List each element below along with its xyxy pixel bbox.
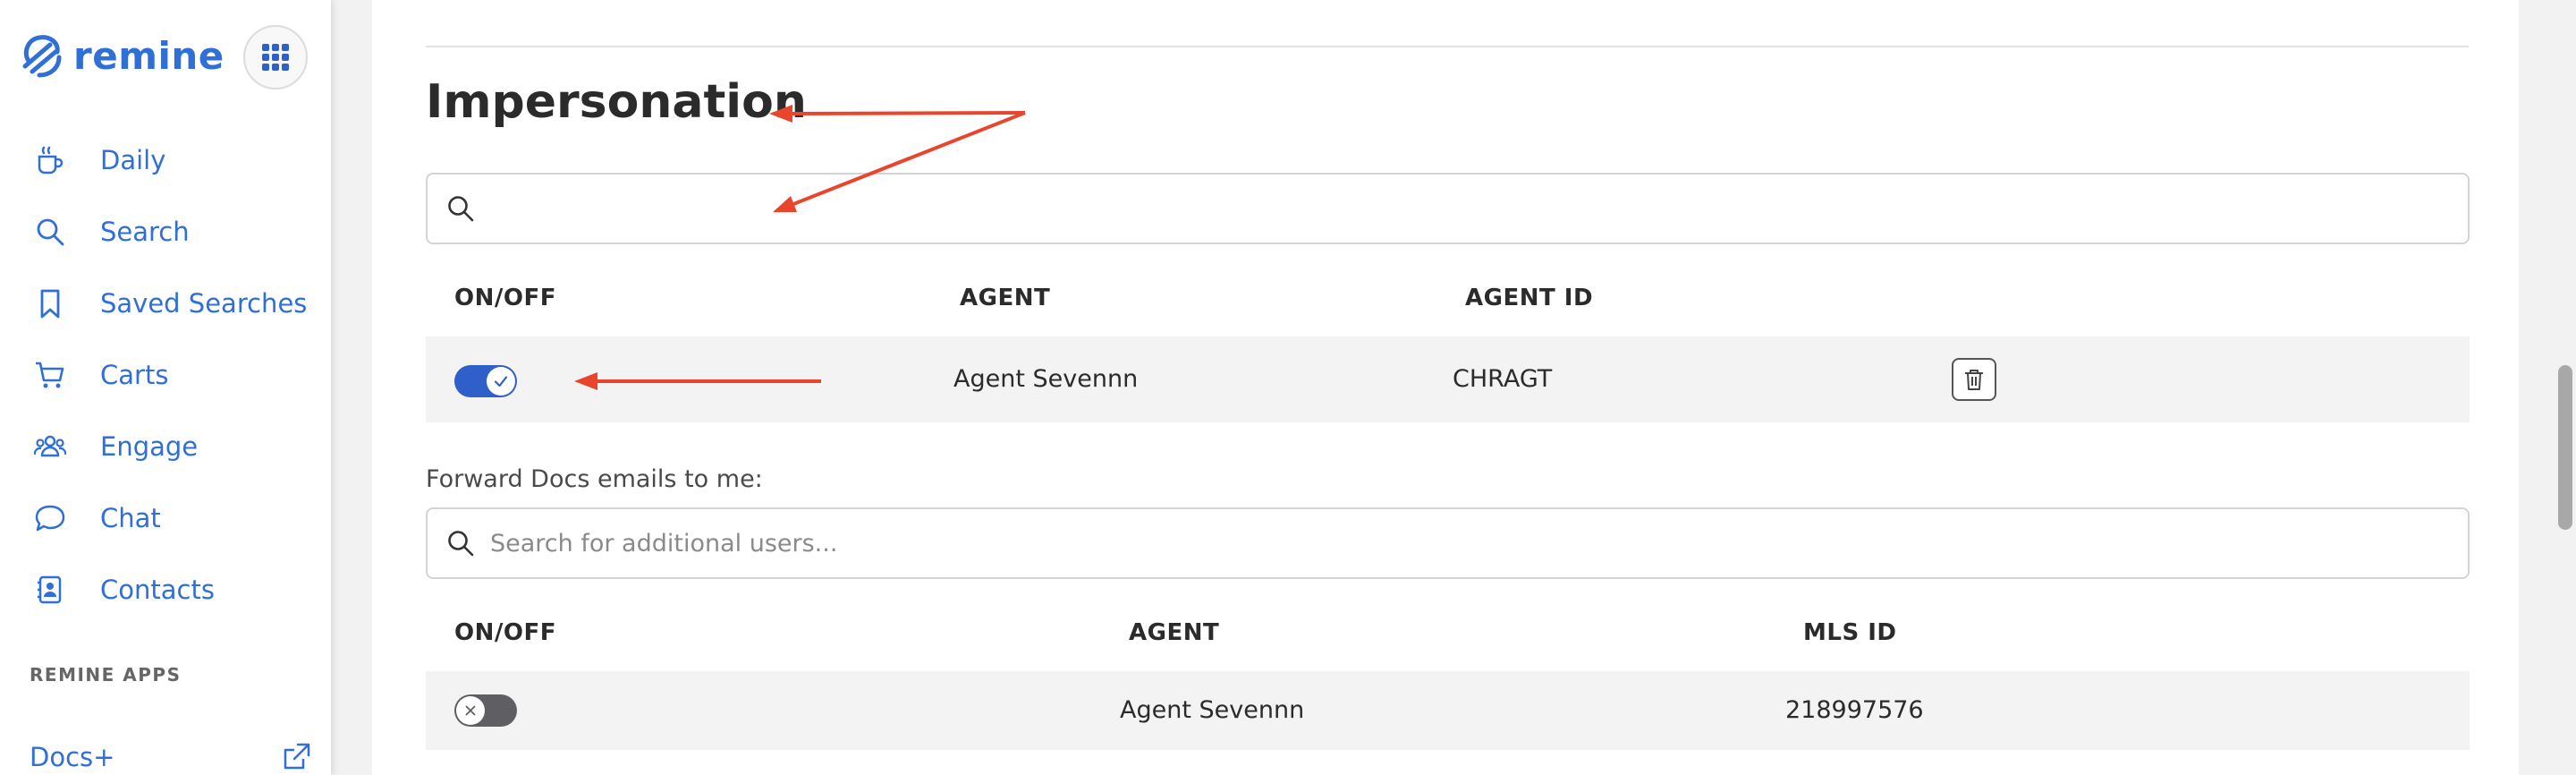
people-icon — [32, 429, 68, 464]
sidebar-item-contacts[interactable]: Contacts — [32, 565, 318, 615]
search-icon — [32, 214, 68, 250]
table-row: Agent Sevennn 218997576 — [426, 671, 2470, 750]
external-link-icon — [284, 743, 310, 770]
remine-logo[interactable]: remine — [20, 29, 225, 82]
sidebar-item-label: Contacts — [100, 575, 215, 605]
sidebar-item-label: Docs+ — [30, 742, 115, 772]
sidebar-item-chat[interactable]: Chat — [32, 493, 318, 543]
x-icon — [465, 705, 476, 716]
settings-card: Impersonation ON/OFF AGENT AGENT ID Agen… — [372, 0, 2519, 775]
forward-docs-search-box[interactable] — [426, 507, 2470, 579]
contact-card-icon — [32, 572, 68, 608]
logo-text: remine — [73, 33, 225, 78]
sidebar-item-daily[interactable]: Daily — [32, 135, 318, 185]
search-icon — [448, 531, 474, 557]
column-header-agent: AGENT — [1129, 619, 1220, 646]
column-header-on-off: ON/OFF — [454, 619, 556, 646]
coffee-cup-icon — [32, 142, 68, 178]
sidebar-item-label: Daily — [100, 145, 166, 175]
trash-icon — [1965, 370, 1983, 390]
toggle-knob — [456, 696, 485, 725]
chat-bubble-icon — [32, 500, 68, 536]
grid-icon — [262, 44, 289, 71]
apps-grid-button[interactable] — [243, 25, 308, 89]
impersonation-search-input[interactable] — [490, 194, 2413, 223]
cart-icon — [32, 357, 68, 393]
delete-button[interactable] — [1952, 358, 1996, 401]
bookmark-icon — [32, 285, 68, 321]
forward-docs-toggle[interactable] — [454, 694, 517, 727]
sidebar-item-saved-searches[interactable]: Saved Searches — [32, 278, 318, 328]
impersonation-title: Impersonation — [426, 75, 807, 129]
sidebar-item-label: Chat — [100, 503, 161, 533]
column-header-on-off: ON/OFF — [454, 285, 556, 311]
column-header-agent-id: AGENT ID — [1465, 285, 1594, 311]
sidebar-item-label: Carts — [100, 360, 169, 390]
remine-logo-icon — [22, 35, 62, 78]
impersonation-search-box[interactable] — [426, 173, 2470, 244]
scrollbar-thumb[interactable] — [2558, 365, 2572, 530]
agent-id: CHRAGT — [1453, 365, 1553, 393]
agent-name: Agent Sevennn — [953, 365, 1139, 393]
section-divider — [426, 46, 2469, 47]
sidebar-item-label: Saved Searches — [100, 288, 308, 319]
impersonation-toggle[interactable] — [454, 365, 517, 397]
column-header-mls-id: MLS ID — [1803, 619, 1897, 646]
forward-docs-search-input[interactable] — [490, 529, 2413, 558]
section-label-remine-apps: REMINE APPS — [30, 664, 182, 686]
sidebar-item-label: Search — [100, 217, 190, 247]
sidebar-item-search[interactable]: Search — [32, 207, 318, 257]
table-row: Agent Sevennn CHRAGT — [426, 336, 2470, 422]
toggle-knob — [487, 367, 515, 396]
sidebar-item-docs-plus[interactable]: Docs+ — [30, 737, 316, 775]
sidebar-item-label: Engage — [100, 431, 199, 462]
sidebar-item-engage[interactable]: Engage — [32, 422, 318, 472]
column-header-agent: AGENT — [960, 285, 1051, 311]
mls-id: 218997576 — [1785, 696, 1924, 724]
forward-docs-label: Forward Docs emails to me: — [426, 465, 763, 493]
search-icon — [448, 196, 474, 222]
checkmark-icon — [494, 376, 508, 388]
sidebar: remine Daily Search Saved Searches Carts — [0, 0, 331, 775]
agent-name: Agent Sevennn — [1120, 696, 1305, 724]
sidebar-item-carts[interactable]: Carts — [32, 350, 318, 400]
